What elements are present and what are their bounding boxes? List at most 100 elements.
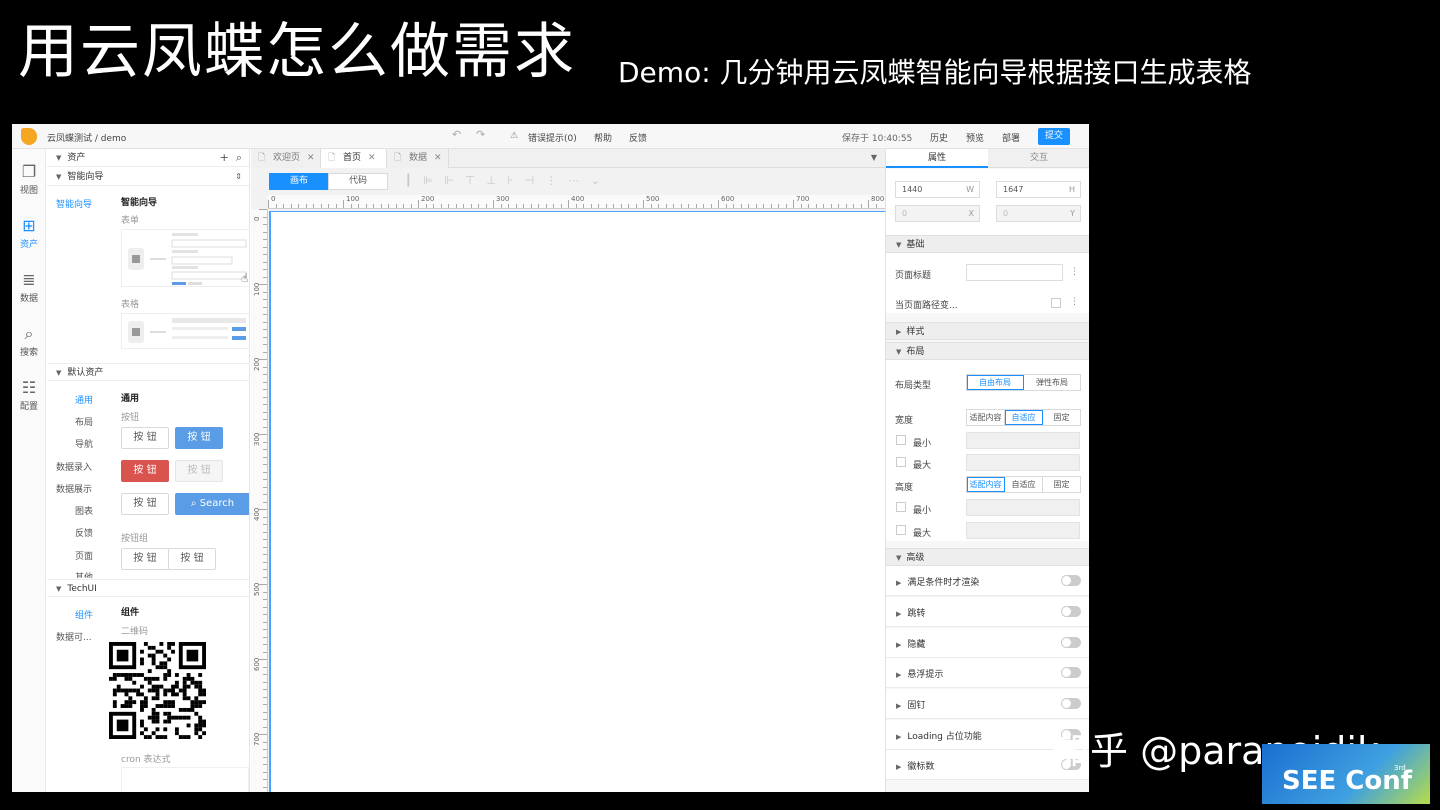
close-icon[interactable]: ✕ [307,153,315,163]
more-icon[interactable]: ⋮ [1070,267,1079,277]
width-auto-option[interactable]: 自适应 [1005,410,1043,425]
asset-group-button-1[interactable]: 按 钮 [121,548,169,570]
category-layout[interactable]: 布局 [75,415,93,428]
tab-interaction[interactable]: 交互 [988,149,1089,168]
redirect-toggle[interactable] [1061,606,1081,617]
undo-icon[interactable]: ↶ [452,128,461,141]
height-min-checkbox[interactable] [896,502,906,512]
height-fit-option[interactable]: 适配内容 [967,477,1005,492]
category-chart[interactable]: 图表 [75,504,93,517]
category-navigation[interactable]: 导航 [75,437,93,450]
tab-home[interactable]: 🗋 首页 ✕ [321,149,387,168]
category-data-display[interactable]: 数据展示 [56,482,92,495]
category-data-viz[interactable]: 数据可... [56,630,92,643]
width-field[interactable]: 1440 W [895,181,980,198]
affix-toggle[interactable] [1061,698,1081,709]
width-fixed-option[interactable]: 固定 [1043,410,1080,425]
wizard-table-thumb[interactable] [121,313,249,349]
align-tools-icons[interactable]: ┃ ⊫ ⊩ ⊤ ⊥ ⊦ ⊣ ⋮ ⋯ ⌄ [405,174,604,187]
close-icon[interactable]: ✕ [368,153,376,163]
adv-redirect[interactable]: ▶ 跳转 [886,597,1089,627]
redo-icon[interactable]: ↷ [476,128,485,141]
asset-primary-button[interactable]: 按 钮 [175,427,223,449]
width-fit-option[interactable]: 适配内容 [967,410,1005,425]
close-icon[interactable]: ✕ [434,153,442,163]
expand-icon[interactable]: ⇕ [235,168,242,186]
mode-code-button[interactable]: 代码 [328,173,388,190]
layout-section-header[interactable]: ▼ 布局 [886,342,1089,360]
qr-code-image[interactable] [109,642,206,739]
x-field[interactable]: 0X [895,205,980,222]
rail-item-view[interactable]: ❐ 视图 [12,163,46,197]
rail-item-config[interactable]: ☷ 配置 [12,379,46,413]
tooltip-toggle[interactable] [1061,667,1081,678]
style-section-header[interactable]: ▶ 样式 [886,322,1089,340]
help-button[interactable]: 帮助 [594,131,612,144]
layout-free-option[interactable]: 自由布局 [967,375,1024,390]
adv-hidden[interactable]: ▶ 隐藏 [886,628,1089,658]
page-path-checkbox[interactable] [1051,298,1061,308]
tab-properties[interactable]: 属性 [886,149,988,168]
rail-item-data[interactable]: ≣ 数据 [12,271,46,305]
hidden-toggle[interactable] [1061,637,1081,648]
conditional-render-toggle[interactable] [1061,575,1081,586]
height-max-input[interactable] [966,522,1080,539]
wizard-section-header[interactable]: ▼ 智能向导 ⇕ [47,168,249,186]
more-icon[interactable]: ⋮ [1070,297,1079,307]
asset-disabled-button[interactable]: 按 钮 [175,460,223,482]
app-logo[interactable] [21,128,37,145]
width-max-checkbox[interactable] [896,457,906,467]
deploy-button[interactable]: 部署 [1002,131,1020,144]
height-max-checkbox[interactable] [896,525,906,535]
asset-default-button[interactable]: 按 钮 [121,427,169,449]
category-feedback[interactable]: 反馈 [75,526,93,539]
width-mode-toggle[interactable]: 适配内容 自适应 固定 [966,409,1081,426]
asset-search-button[interactable]: ⌕ Search [175,493,249,515]
category-data-entry[interactable]: 数据录入 [56,460,92,473]
breadcrumb[interactable]: 云凤蝶测试 / demo [47,131,126,144]
height-field[interactable]: 1647 H [996,181,1081,198]
adv-tooltip[interactable]: ▶ 悬浮提示 [886,658,1089,688]
category-component[interactable]: 组件 [75,608,93,621]
default-assets-header[interactable]: ▼ 默认资产 [47,363,249,381]
submit-button[interactable]: 提交 [1038,128,1070,145]
height-fixed-option[interactable]: 固定 [1043,477,1080,492]
category-general[interactable]: 通用 [75,393,93,406]
advanced-section-header[interactable]: ▼ 高级 [886,548,1089,566]
layout-type-toggle[interactable]: 自由布局 弹性布局 [966,374,1081,391]
height-mode-toggle[interactable]: 适配内容 自适应 固定 [966,476,1081,493]
width-max-input[interactable] [966,454,1080,471]
tab-data[interactable]: 🗋 数据 ✕ [387,149,449,168]
basic-section-header[interactable]: ▼ 基础 [886,235,1089,253]
page-title-input[interactable] [966,264,1063,281]
tab-welcome[interactable]: 🗋 欢迎页 ✕ [251,149,321,168]
artboard[interactable] [269,211,885,792]
cron-thumb[interactable] [121,767,249,792]
assets-header[interactable]: ▼ 资产 + ⌕ [47,149,249,167]
rail-item-search[interactable]: ⌕ 搜索 [12,325,46,359]
height-min-input[interactable] [966,499,1080,516]
chevron-down-icon[interactable]: ▼ [871,153,877,162]
width-min-input[interactable] [966,432,1080,449]
asset-group-button-2[interactable]: 按 钮 [168,548,216,570]
category-other[interactable]: 其他 [75,570,93,578]
height-auto-option[interactable]: 自适应 [1005,477,1043,492]
category-wizard[interactable]: 智能向导 [56,197,92,210]
category-page[interactable]: 页面 [75,549,93,562]
width-min-checkbox[interactable] [896,435,906,445]
error-hint-button[interactable]: 错误提示(0) [528,131,577,144]
y-field[interactable]: 0Y [996,205,1081,222]
asset-dashed-button[interactable]: 按 钮 [121,493,169,515]
preview-button[interactable]: 预览 [966,131,984,144]
adv-affix[interactable]: ▶ 固钉 [886,689,1089,719]
rail-item-assets[interactable]: ⊞ 资产 [12,217,46,251]
layout-flex-option[interactable]: 弹性布局 [1024,375,1080,390]
mode-canvas-button[interactable]: 画布 [269,173,329,190]
add-search-icons[interactable]: + ⌕ [220,149,242,167]
techui-header[interactable]: ▼ TechUI [47,579,249,597]
asset-danger-button[interactable]: 按 钮 [121,460,169,482]
history-button[interactable]: 历史 [930,131,948,144]
feedback-button[interactable]: 反馈 [629,131,647,144]
wizard-form-thumb[interactable] [121,229,249,287]
adv-conditional-render[interactable]: ▶ 满足条件时才渲染 [886,566,1089,596]
